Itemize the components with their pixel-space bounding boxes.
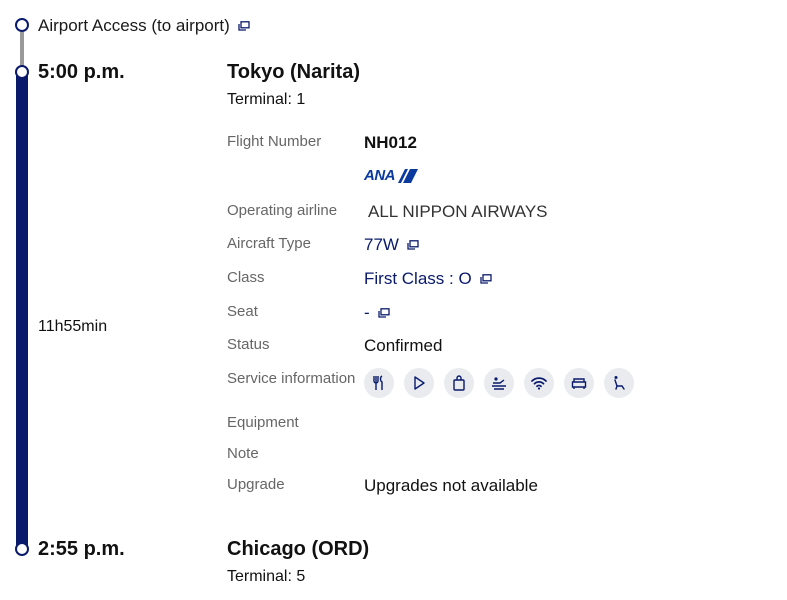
timeline-arrival-dot: [15, 542, 29, 556]
flight-number-value: NH012: [364, 133, 417, 152]
lounge-sofa-icon[interactable]: [564, 368, 594, 398]
aircraft-type-value: 77W: [364, 235, 399, 254]
status-value: Confirmed: [364, 336, 443, 355]
entertainment-play-icon[interactable]: [404, 368, 434, 398]
timeline-departure-dot: [15, 65, 29, 79]
flight-duration: 11h55min: [38, 318, 108, 335]
aircraft-type-label: Aircraft Type: [227, 235, 311, 252]
class-link[interactable]: First Class : O: [364, 269, 492, 289]
upgrade-label: Upgrade: [227, 476, 285, 493]
aircraft-type-link[interactable]: 77W: [364, 235, 419, 255]
operating-airline-value: ALL NIPPON AIRWAYS: [368, 202, 548, 221]
reclining-seat-icon[interactable]: [604, 368, 634, 398]
operating-airline-label: Operating airline: [227, 202, 338, 219]
arrival-time: 2:55 p.m.: [38, 538, 125, 560]
timeline-access-dot: [15, 18, 29, 32]
service-icons: [364, 368, 634, 398]
seat-value: -: [364, 303, 370, 322]
ana-logo-text: ANA: [364, 167, 396, 184]
ana-logo: ANA: [364, 167, 419, 184]
wifi-icon[interactable]: [524, 368, 554, 398]
meal-icon[interactable]: [364, 368, 394, 398]
duty-free-bag-icon[interactable]: [444, 368, 474, 398]
departure-time: 5:00 p.m.: [38, 61, 125, 83]
ana-logo-stripes-icon: [398, 168, 418, 183]
departure-city: Tokyo (Narita): [227, 61, 360, 83]
timeline-access-line: [20, 32, 24, 67]
timeline-flight-line: [16, 72, 28, 549]
note-label: Note: [227, 445, 259, 462]
seat-label: Seat: [227, 303, 258, 320]
upgrade-value: Upgrades not available: [364, 476, 538, 495]
class-value: First Class : O: [364, 269, 472, 288]
flat-bed-seat-icon[interactable]: [484, 368, 514, 398]
external-window-icon: [378, 308, 390, 318]
service-information-label: Service information: [227, 370, 356, 387]
external-window-icon: [407, 240, 419, 250]
airport-access-link[interactable]: Airport Access (to airport): [38, 16, 250, 36]
arrival-city: Chicago (ORD): [227, 538, 370, 560]
external-window-icon: [480, 274, 492, 284]
flight-number-label: Flight Number: [227, 133, 322, 150]
status-label: Status: [227, 336, 270, 353]
external-window-icon: [238, 21, 250, 31]
class-label: Class: [227, 269, 265, 286]
equipment-label: Equipment: [227, 414, 299, 431]
airport-access-label: Airport Access (to airport): [38, 16, 230, 35]
arrival-terminal: Terminal: 5: [227, 568, 306, 585]
departure-terminal: Terminal: 1: [227, 91, 306, 108]
seat-link[interactable]: -: [364, 303, 390, 323]
